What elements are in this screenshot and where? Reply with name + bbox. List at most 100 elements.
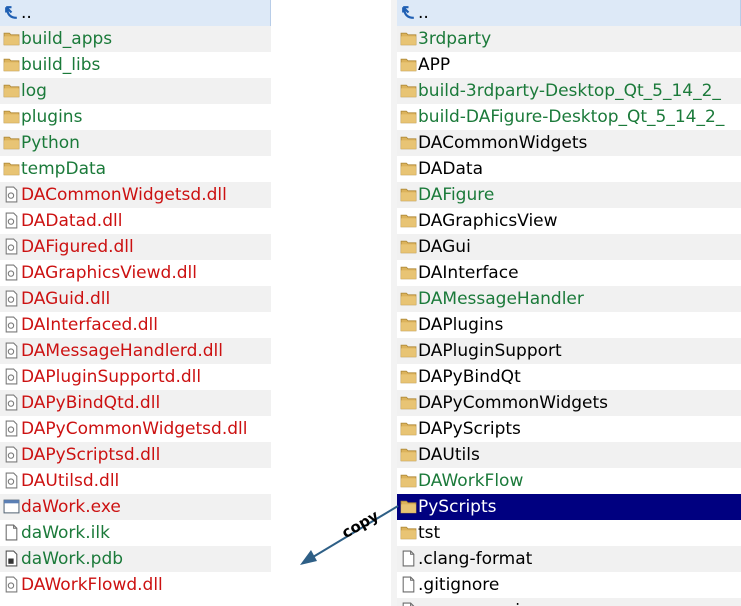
file-row[interactable]: DAFigured.dll [0, 234, 271, 260]
executable-icon [3, 499, 20, 514]
item-label: DAMessageHandlerd.dll [21, 341, 223, 361]
file-icon [402, 576, 415, 593]
file-row[interactable]: .clang-format [397, 546, 741, 572]
folder-row[interactable]: DAPyBindQt [397, 364, 741, 390]
dll-file-icon [5, 576, 18, 593]
item-label: DAGraphicsViewd.dll [21, 263, 197, 283]
item-label: common.pri [418, 598, 520, 606]
item-label: DAUtilsd.dll [21, 471, 120, 491]
dll-file-icon [5, 238, 18, 255]
folder-row[interactable]: build_apps [0, 26, 271, 52]
dll-file-icon [5, 186, 18, 203]
folder-icon [400, 396, 417, 410]
folder-icon [400, 58, 417, 72]
folder-row[interactable]: DAPlugins [397, 312, 741, 338]
folder-row[interactable]: DAPyCommonWidgets [397, 390, 741, 416]
folder-row[interactable]: DAGui [397, 234, 741, 260]
parent-directory-row[interactable]: .. [397, 0, 741, 26]
item-label: DAPyScriptsd.dll [21, 445, 161, 465]
copy-label: copy [339, 506, 383, 542]
dll-file-icon [5, 342, 18, 359]
folder-row[interactable]: DAWorkFlow [397, 468, 741, 494]
file-row[interactable]: DACommonWidgetsd.dll [0, 182, 271, 208]
folder-row[interactable]: build-3rdparty-Desktop_Qt_5_14_2_ [397, 78, 741, 104]
folder-icon [400, 500, 417, 514]
folder-row[interactable]: DAUtils [397, 442, 741, 468]
item-label: DAFigured.dll [21, 237, 134, 257]
item-label: build-DAFigure-Desktop_Qt_5_14_2_ [418, 107, 725, 127]
left-file-list[interactable]: .. build_apps build_libs log plugins Python te… [0, 0, 271, 606]
item-label: DAFigure [418, 185, 495, 205]
file-row[interactable]: DAPluginSupportd.dll [0, 364, 271, 390]
folder-row[interactable]: DAGraphicsView [397, 208, 741, 234]
item-label: DAWorkFlowd.dll [21, 575, 163, 595]
folder-row[interactable]: DAPluginSupport [397, 338, 741, 364]
folder-row[interactable]: tst [397, 520, 741, 546]
dll-file-icon [5, 316, 18, 333]
folder-row[interactable]: DAPyScripts [397, 416, 741, 442]
file-row[interactable]: DAInterfaced.dll [0, 312, 271, 338]
file-row[interactable]: DAGuid.dll [0, 286, 271, 312]
file-row[interactable]: common.pri [397, 598, 741, 606]
folder-icon [400, 240, 417, 254]
copy-arrow-head [300, 550, 317, 565]
folder-row[interactable]: DAMessageHandler [397, 286, 741, 312]
folder-row[interactable]: DAData [397, 156, 741, 182]
file-icon [402, 550, 415, 567]
item-label: plugins [21, 107, 83, 127]
parent-directory-row[interactable]: .. [0, 0, 271, 26]
file-row[interactable]: DAWorkFlowd.dll [0, 572, 271, 598]
folder-icon [400, 84, 417, 98]
item-label: DAGui [418, 237, 471, 257]
folder-icon [400, 214, 417, 228]
file-row[interactable]: DAPyScriptsd.dll [0, 442, 271, 468]
dll-file-icon [5, 212, 18, 229]
item-label: build-3rdparty-Desktop_Qt_5_14_2_ [418, 81, 721, 101]
file-row[interactable]: daWork.ilk [0, 520, 271, 546]
folder-row[interactable]: Python [0, 130, 271, 156]
folder-row[interactable]: PyScripts [397, 494, 741, 520]
folder-row[interactable]: DAInterface [397, 260, 741, 286]
item-label: .clang-format [418, 549, 533, 569]
item-label: Python [21, 133, 80, 153]
file-row[interactable]: DAPyCommonWidgetsd.dll [0, 416, 271, 442]
folder-icon [400, 526, 417, 540]
item-label: DAMessageHandler [418, 289, 584, 309]
item-label: DAInterface [418, 263, 519, 283]
file-row[interactable]: DAGraphicsViewd.dll [0, 260, 271, 286]
folder-row[interactable]: DAFigure [397, 182, 741, 208]
folder-row[interactable]: build-DAFigure-Desktop_Qt_5_14_2_ [397, 104, 741, 130]
folder-icon [400, 162, 417, 176]
folder-row[interactable]: build_libs [0, 52, 271, 78]
file-row[interactable]: daWork.exe [0, 494, 271, 520]
folder-icon [400, 110, 417, 124]
file-row[interactable]: .gitignore [397, 572, 741, 598]
folder-icon [400, 266, 417, 280]
folder-icon [3, 162, 20, 176]
folder-row[interactable]: tempData [0, 156, 271, 182]
folder-row[interactable]: APP [397, 52, 741, 78]
dll-file-icon [5, 420, 18, 437]
item-label: build_apps [21, 29, 113, 49]
folder-row[interactable]: DACommonWidgets [397, 130, 741, 156]
folder-row[interactable]: plugins [0, 104, 271, 130]
item-label: DAPluginSupportd.dll [21, 367, 202, 387]
folder-row[interactable]: log [0, 78, 271, 104]
item-label: daWork.exe [21, 497, 121, 517]
dll-file-icon [5, 264, 18, 281]
item-label: DAPyCommonWidgets [418, 393, 609, 413]
file-row[interactable]: daWork.pdb [0, 546, 271, 572]
folder-row[interactable]: 3rdparty [397, 26, 741, 52]
folder-icon [400, 32, 417, 46]
dll-file-icon [5, 290, 18, 307]
folder-icon [400, 292, 417, 306]
dll-file-icon [5, 368, 18, 385]
file-row[interactable]: DADatad.dll [0, 208, 271, 234]
file-row[interactable]: DAMessageHandlerd.dll [0, 338, 271, 364]
item-label: DAPyBindQtd.dll [21, 393, 161, 413]
file-row[interactable]: DAUtilsd.dll [0, 468, 271, 494]
item-label: APP [418, 55, 451, 75]
file-row[interactable]: DAPyBindQtd.dll [0, 390, 271, 416]
right-file-list[interactable]: .. 3rdparty APP build-3rdparty-Desktop_Qt_5… [397, 0, 741, 606]
item-label: DAPyScripts [418, 419, 521, 439]
